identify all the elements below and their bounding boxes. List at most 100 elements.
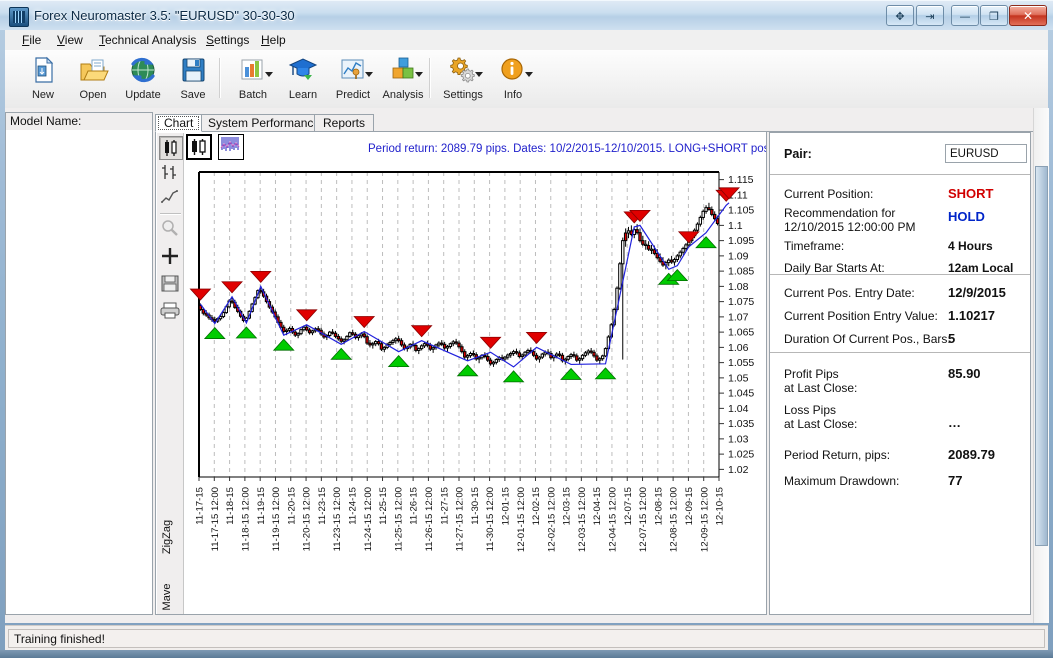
scrollbar-thumb[interactable]: [1035, 166, 1048, 546]
settings-dropdown-caret[interactable]: [475, 72, 483, 77]
svg-text:12-10-15: 12-10-15: [715, 487, 726, 525]
menu-item-technical-analysis[interactable]: Technical Analysis: [92, 32, 203, 48]
info-panel: Pair: EURUSD Current Position: SHORT Rec…: [769, 132, 1031, 615]
svg-text:1.035: 1.035: [728, 418, 754, 430]
period-return-value: 2089.79: [948, 447, 995, 462]
vertical-scrollbar[interactable]: [1033, 108, 1049, 623]
svg-text:11-26-15: 11-26-15: [409, 487, 420, 525]
toolbar-button-save[interactable]: Save: [167, 54, 219, 104]
window-restore-down-button[interactable]: ⇥: [916, 5, 944, 26]
toolbar-button-predict[interactable]: Predict: [327, 54, 379, 104]
predict-dropdown-caret[interactable]: [365, 72, 373, 77]
maximize-button[interactable]: ❐: [980, 5, 1008, 26]
svg-text:1.02: 1.02: [728, 464, 749, 476]
svg-text:1.075: 1.075: [728, 296, 754, 308]
menu-item-file[interactable]: File: [15, 32, 48, 48]
new-document-icon: [26, 55, 60, 85]
svg-text:11-20-15 12:00: 11-20-15 12:00: [302, 487, 313, 551]
menu-item-settings[interactable]: Settings: [199, 32, 256, 48]
svg-text:12-01-15: 12-01-15: [500, 487, 511, 525]
svg-text:1.04: 1.04: [728, 403, 749, 415]
model-name-panel: Model Name:: [5, 112, 153, 615]
toolbar-separator-1: [219, 58, 221, 98]
title-bar: Forex Neuromaster 3.5: "EURUSD" 30-30-30…: [0, 0, 1053, 30]
menu-item-help[interactable]: Help: [254, 32, 293, 48]
toolbar-label-open: Open: [79, 89, 107, 101]
recommendation-label: Recommendation for 12/10/2015 12:00:00 P…: [784, 206, 916, 234]
svg-text:12-02-15 12:00: 12-02-15 12:00: [546, 487, 557, 552]
close-button[interactable]: ✕: [1009, 5, 1047, 26]
tab-chart[interactable]: Chart: [155, 114, 203, 132]
menu-bar: File View Technical Analysis Settings He…: [5, 30, 1048, 51]
chart-plot-area[interactable]: 1.115 1.11 1.105 1.1 1.095 1.09 1.085 1.08 1.075…: [156, 132, 766, 614]
svg-text:1.03: 1.03: [728, 433, 749, 445]
globe-refresh-icon: [126, 55, 160, 85]
menu-item-view[interactable]: View: [50, 32, 90, 48]
batch-dropdown-caret[interactable]: [265, 72, 273, 77]
daily-bar-value: 12am Local: [948, 261, 1014, 275]
info-circle-icon: [496, 55, 533, 85]
max-drawdown-value: 77: [948, 473, 963, 488]
svg-text:1.05: 1.05: [728, 372, 749, 384]
toolbar-button-open[interactable]: Open: [67, 54, 119, 104]
pair-input[interactable]: EURUSD: [945, 144, 1027, 163]
svg-text:12-07-15: 12-07-15: [623, 487, 634, 525]
window-move-button[interactable]: ✥: [886, 5, 914, 26]
model-name-label: Model Name:: [6, 113, 152, 130]
svg-text:12-09-15: 12-09-15: [684, 487, 695, 525]
svg-text:11-20-15: 11-20-15: [286, 487, 297, 525]
entry-value-label: Current Position Entry Value:: [784, 309, 938, 323]
svg-text:11-23-15 12:00: 11-23-15 12:00: [332, 487, 343, 551]
svg-text:1.06: 1.06: [728, 342, 749, 354]
info-group-entry: Current Pos. Entry Date: 12/9/2015 Curre…: [770, 275, 1030, 353]
toolbar-label-settings: Settings: [443, 89, 483, 101]
svg-text:11-19-15 12:00: 11-19-15 12:00: [271, 487, 282, 551]
toolbar-button-learn[interactable]: Learn: [277, 54, 329, 104]
svg-text:1.08: 1.08: [728, 281, 749, 293]
tab-system-performance[interactable]: System Performance: [199, 114, 330, 132]
minimize-button[interactable]: —: [951, 5, 979, 26]
current-position-label: Current Position:: [784, 187, 874, 201]
toolbar-label-info: Info: [503, 89, 523, 101]
svg-text:12-01-15 12:00: 12-01-15 12:00: [516, 487, 527, 552]
svg-text:1.055: 1.055: [728, 357, 754, 369]
svg-text:12-07-15 12:00: 12-07-15 12:00: [638, 487, 649, 552]
restore-down-icon: ⇥: [925, 10, 935, 23]
toolbar-button-update[interactable]: Update: [117, 54, 169, 104]
minimize-icon: —: [959, 10, 971, 23]
tab-chart-label: Chart: [164, 116, 194, 130]
info-group-position: Current Position: SHORT Recommendation f…: [770, 175, 1030, 275]
svg-text:11-26-15 12:00: 11-26-15 12:00: [424, 487, 435, 551]
svg-text:12-03-15: 12-03-15: [562, 487, 573, 525]
toolbar-button-new[interactable]: New: [17, 54, 69, 104]
timeframe-value: 4 Hours: [948, 239, 993, 253]
svg-text:1.045: 1.045: [728, 388, 754, 400]
toolbar-label-learn: Learn: [288, 89, 318, 101]
svg-text:11-25-15 12:00: 11-25-15 12:00: [393, 487, 404, 551]
svg-text:12-04-15: 12-04-15: [592, 487, 603, 525]
toolbar-button-batch[interactable]: Batch: [227, 54, 279, 104]
tab-reports[interactable]: Reports: [314, 114, 375, 132]
tab-strip: Chart System Performance Reports: [155, 114, 1045, 132]
svg-text:11-17-15: 11-17-15: [195, 487, 206, 525]
svg-text:12-02-15: 12-02-15: [531, 487, 542, 525]
model-name-list[interactable]: [6, 130, 152, 614]
status-message: Training finished!: [8, 629, 1045, 648]
main-toolbar: New Open Update Save Batch Learn Predict…: [5, 50, 1048, 109]
info-dropdown-caret[interactable]: [525, 72, 533, 77]
svg-text:11-18-15: 11-18-15: [225, 487, 236, 525]
svg-text:12-09-15 12:00: 12-09-15 12:00: [699, 487, 710, 552]
analysis-dropdown-caret[interactable]: [415, 72, 423, 77]
toolbar-button-settings[interactable]: Settings: [437, 54, 489, 104]
status-bar: Training finished!: [5, 625, 1048, 650]
svg-text:1.025: 1.025: [728, 449, 754, 461]
gears-icon: [446, 55, 483, 85]
toolbar-button-analysis[interactable]: Analysis: [377, 54, 429, 104]
svg-text:12-08-15 12:00: 12-08-15 12:00: [669, 487, 680, 552]
svg-text:1.085: 1.085: [728, 266, 754, 278]
svg-text:1.1: 1.1: [728, 220, 743, 232]
toolbar-button-info[interactable]: Info: [487, 54, 539, 104]
chart-svg: 1.1151.111.1051.11.0951.091.0851.081.075…: [189, 171, 754, 552]
toolbar-label-save: Save: [180, 89, 206, 101]
maximize-icon: ❐: [989, 10, 999, 23]
